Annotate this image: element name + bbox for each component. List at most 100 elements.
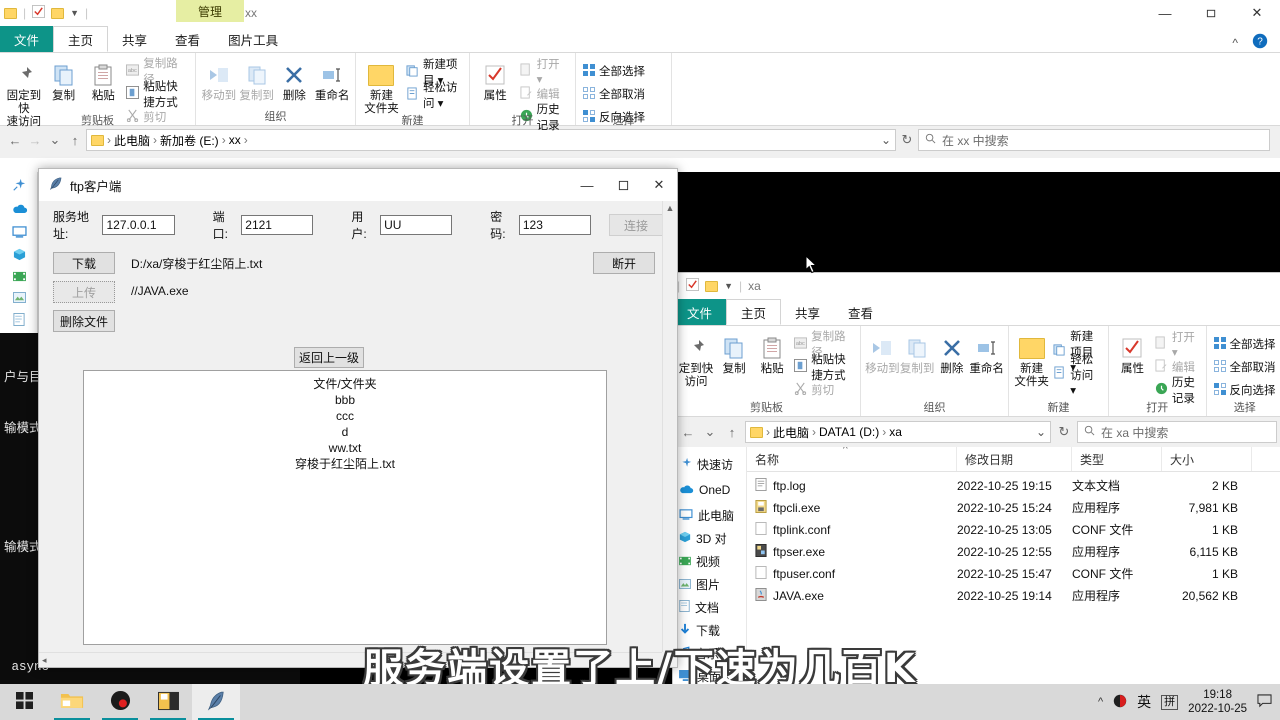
delete-file-button[interactable]: 删除文件 <box>53 310 115 332</box>
file-list-header[interactable]: 名称 ^ 修改日期 类型 大小 <box>747 447 1280 472</box>
move-to-button[interactable]: 移动到 <box>865 329 900 376</box>
system-tray[interactable]: ^ 英 拼 19:18 2022-10-25 <box>1098 688 1280 716</box>
tab-view[interactable]: 查看 <box>161 26 214 52</box>
tab-view[interactable]: 查看 <box>834 299 887 325</box>
select-none-button[interactable]: 全部取消 <box>580 84 648 104</box>
copy-button[interactable]: 复制 <box>44 56 84 103</box>
chevron-down-icon[interactable]: ▼ <box>70 8 79 18</box>
column-header-name[interactable]: 名称 ^ <box>747 447 957 471</box>
ftp-client-dialog[interactable]: ftp客户端 — ✕ 服务地址: 127.0.0.1 端口: 2121 用户: … <box>38 168 678 668</box>
file-explorer-button[interactable] <box>48 684 96 720</box>
search-input[interactable]: 在 xx 中搜索 <box>918 129 1270 151</box>
upload-button[interactable]: 上传 <box>53 281 115 303</box>
refresh-button[interactable]: ↻ <box>1055 424 1073 440</box>
ribbon[interactable]: 固定到快 速访问 复制 粘贴 abc 复制路径 粘贴快捷方式 剪切 剪贴板 移动… <box>0 52 1280 132</box>
properties-quick-icon[interactable] <box>32 5 46 21</box>
navigation-pane[interactable]: 快速访 OneD 此电脑 3D 对 视频 图片 文档 下载 音乐 桌面 <box>673 447 747 691</box>
address-bar[interactable]: ← ⌄ ↑ › 此电脑 › DATA1 (D:) › xa ⌄ ↻ 在 xa 中… <box>673 417 1280 447</box>
cut-button[interactable]: 剪切 <box>791 380 856 400</box>
maximize-button[interactable] <box>605 169 641 201</box>
delete-button[interactable]: 删除 <box>276 56 314 103</box>
easy-access-button[interactable]: 轻松访问 ▾ <box>403 82 465 110</box>
table-row[interactable]: ftplink.conf 2022-10-25 13:05 CONF 文件 1 … <box>747 521 1280 538</box>
list-item[interactable]: ww.txt <box>84 440 606 456</box>
window-controls[interactable]: — ✕ <box>1142 0 1280 26</box>
breadcrumb-item-drive[interactable]: DATA1 (D:) <box>819 425 879 439</box>
explorer-window-xx[interactable]: | ▼ | 管理 xx — ✕ 文件 主页 共享 查看 图片工具 ^ ? 固定到… <box>0 0 1280 158</box>
address-dropdown-icon[interactable]: ⌄ <box>881 133 891 147</box>
nav-item-videos[interactable]: 视频 <box>673 552 746 571</box>
quick-access-toolbar[interactable]: | ▼ | xa <box>673 273 1280 299</box>
paste-shortcut-button[interactable]: 粘贴快捷方式 <box>791 354 856 382</box>
pin-to-quick-access-button[interactable]: 定到快 访问 <box>677 329 715 389</box>
tab-home[interactable]: 主页 <box>726 299 782 325</box>
column-header-date[interactable]: 修改日期 <box>957 447 1072 471</box>
nav-item-this-pc[interactable]: 此电脑 <box>673 506 746 525</box>
maximize-button[interactable] <box>1188 0 1234 26</box>
properties-button[interactable]: 属性 <box>1113 329 1152 376</box>
open-button[interactable]: 打开 ▾ <box>517 59 571 86</box>
ime-indicator-icon[interactable] <box>1113 694 1127 711</box>
tab-home[interactable]: 主页 <box>53 26 109 52</box>
clock[interactable]: 19:18 2022-10-25 <box>1188 688 1247 716</box>
back-button[interactable]: ← <box>6 133 24 148</box>
paste-button[interactable]: 粘贴 <box>753 329 791 376</box>
list-item[interactable]: bbb <box>84 392 606 408</box>
nav-item-3d-objects[interactable]: 3D 对 <box>673 529 746 548</box>
open-button[interactable]: 打开 ▾ <box>1152 332 1202 359</box>
notifications-icon[interactable] <box>1257 693 1272 711</box>
rename-button[interactable]: 重命名 <box>313 56 351 103</box>
new-folder-button[interactable]: 新建 文件夹 <box>360 56 403 116</box>
history-button[interactable]: 历史记录 <box>1152 377 1202 405</box>
copy-to-button[interactable]: 复制到 <box>900 329 935 376</box>
breadcrumb-item-this-pc[interactable]: 此电脑 <box>114 132 150 149</box>
tab-file[interactable]: 文件 <box>673 299 727 325</box>
chevron-down-icon[interactable]: ▼ <box>724 281 733 291</box>
taskbar[interactable]: ^ 英 拼 19:18 2022-10-25 <box>0 684 1280 720</box>
breadcrumb-item-drive[interactable]: 新加卷 (E:) <box>160 132 219 149</box>
new-folder-quick-icon[interactable] <box>705 280 719 292</box>
address-dropdown-icon[interactable]: ⌄ <box>1036 425 1046 439</box>
breadcrumb-item-folder[interactable]: xx <box>229 133 241 147</box>
paste-button[interactable]: 粘贴 <box>84 56 124 103</box>
table-row[interactable]: ftp.log 2022-10-25 19:15 文本文档 2 KB <box>747 477 1280 494</box>
table-row[interactable]: ftpser.exe 2022-10-25 12:55 应用程序 6,115 K… <box>747 543 1280 560</box>
dialog-window-controls[interactable]: — ✕ <box>569 169 677 201</box>
properties-button[interactable]: 属性 <box>474 56 517 103</box>
paste-shortcut-button[interactable]: 粘贴快捷方式 <box>123 81 191 109</box>
ime-mode-button[interactable]: 拼 <box>1161 694 1179 710</box>
recent-locations-button[interactable]: ⌄ <box>46 132 64 148</box>
show-hidden-icons-button[interactable]: ^ <box>1098 696 1103 708</box>
tab-file[interactable]: 文件 <box>0 26 54 52</box>
scroll-up-arrow-icon[interactable]: ▲ <box>663 201 677 213</box>
refresh-button[interactable]: ↻ <box>898 132 916 148</box>
file-list-pane[interactable]: 名称 ^ 修改日期 类型 大小 ftp.log 2022-10-25 19:15… <box>747 447 1280 691</box>
close-button[interactable]: ✕ <box>1234 0 1280 26</box>
breadcrumb[interactable]: › 此电脑 › DATA1 (D:) › xa ⌄ <box>745 421 1051 443</box>
nav-item-downloads[interactable]: 下载 <box>673 621 746 640</box>
nav-item-onedrive[interactable]: OneD <box>673 480 746 499</box>
select-all-button[interactable]: 全部选择 <box>1211 334 1279 354</box>
back-button[interactable]: ← <box>679 425 697 440</box>
delete-button[interactable]: 删除 <box>935 329 970 376</box>
rename-button[interactable]: 重命名 <box>969 329 1004 376</box>
table-row[interactable]: ftpuser.conf 2022-10-25 15:47 CONF 文件 1 … <box>747 565 1280 582</box>
select-all-button[interactable]: 全部选择 <box>580 61 648 81</box>
list-item[interactable]: ccc <box>84 408 606 424</box>
up-one-level-button[interactable]: 返回上一级 <box>294 347 364 368</box>
breadcrumb[interactable]: › 此电脑 › 新加卷 (E:) › xx › ⌄ <box>86 129 896 151</box>
server-address-input[interactable]: 127.0.0.1 <box>102 215 175 235</box>
obs-button[interactable] <box>96 684 144 720</box>
table-row[interactable]: ftpcli.exe 2022-10-25 15:24 应用程序 7,981 K… <box>747 499 1280 516</box>
dialog-title-bar[interactable]: ftp客户端 — ✕ <box>39 169 677 201</box>
address-bar[interactable]: ← → ⌄ ↑ › 此电脑 › 新加卷 (E:) › xx › ⌄ ↻ 在 xx… <box>0 126 1280 154</box>
dialog-vertical-scrollbar[interactable]: ▲ <box>662 201 677 652</box>
help-icon[interactable]: ? <box>1252 33 1268 52</box>
ftp-client-button[interactable] <box>192 684 240 720</box>
app-button[interactable] <box>144 684 192 720</box>
breadcrumb-item-folder[interactable]: xa <box>889 425 902 439</box>
tab-share[interactable]: 共享 <box>781 299 834 325</box>
username-input[interactable]: UU <box>380 215 453 235</box>
dialog-horizontal-scrollbar[interactable]: ◂ <box>39 652 662 667</box>
table-row[interactable]: JAVA.exe 2022-10-25 19:14 应用程序 20,562 KB <box>747 587 1280 604</box>
